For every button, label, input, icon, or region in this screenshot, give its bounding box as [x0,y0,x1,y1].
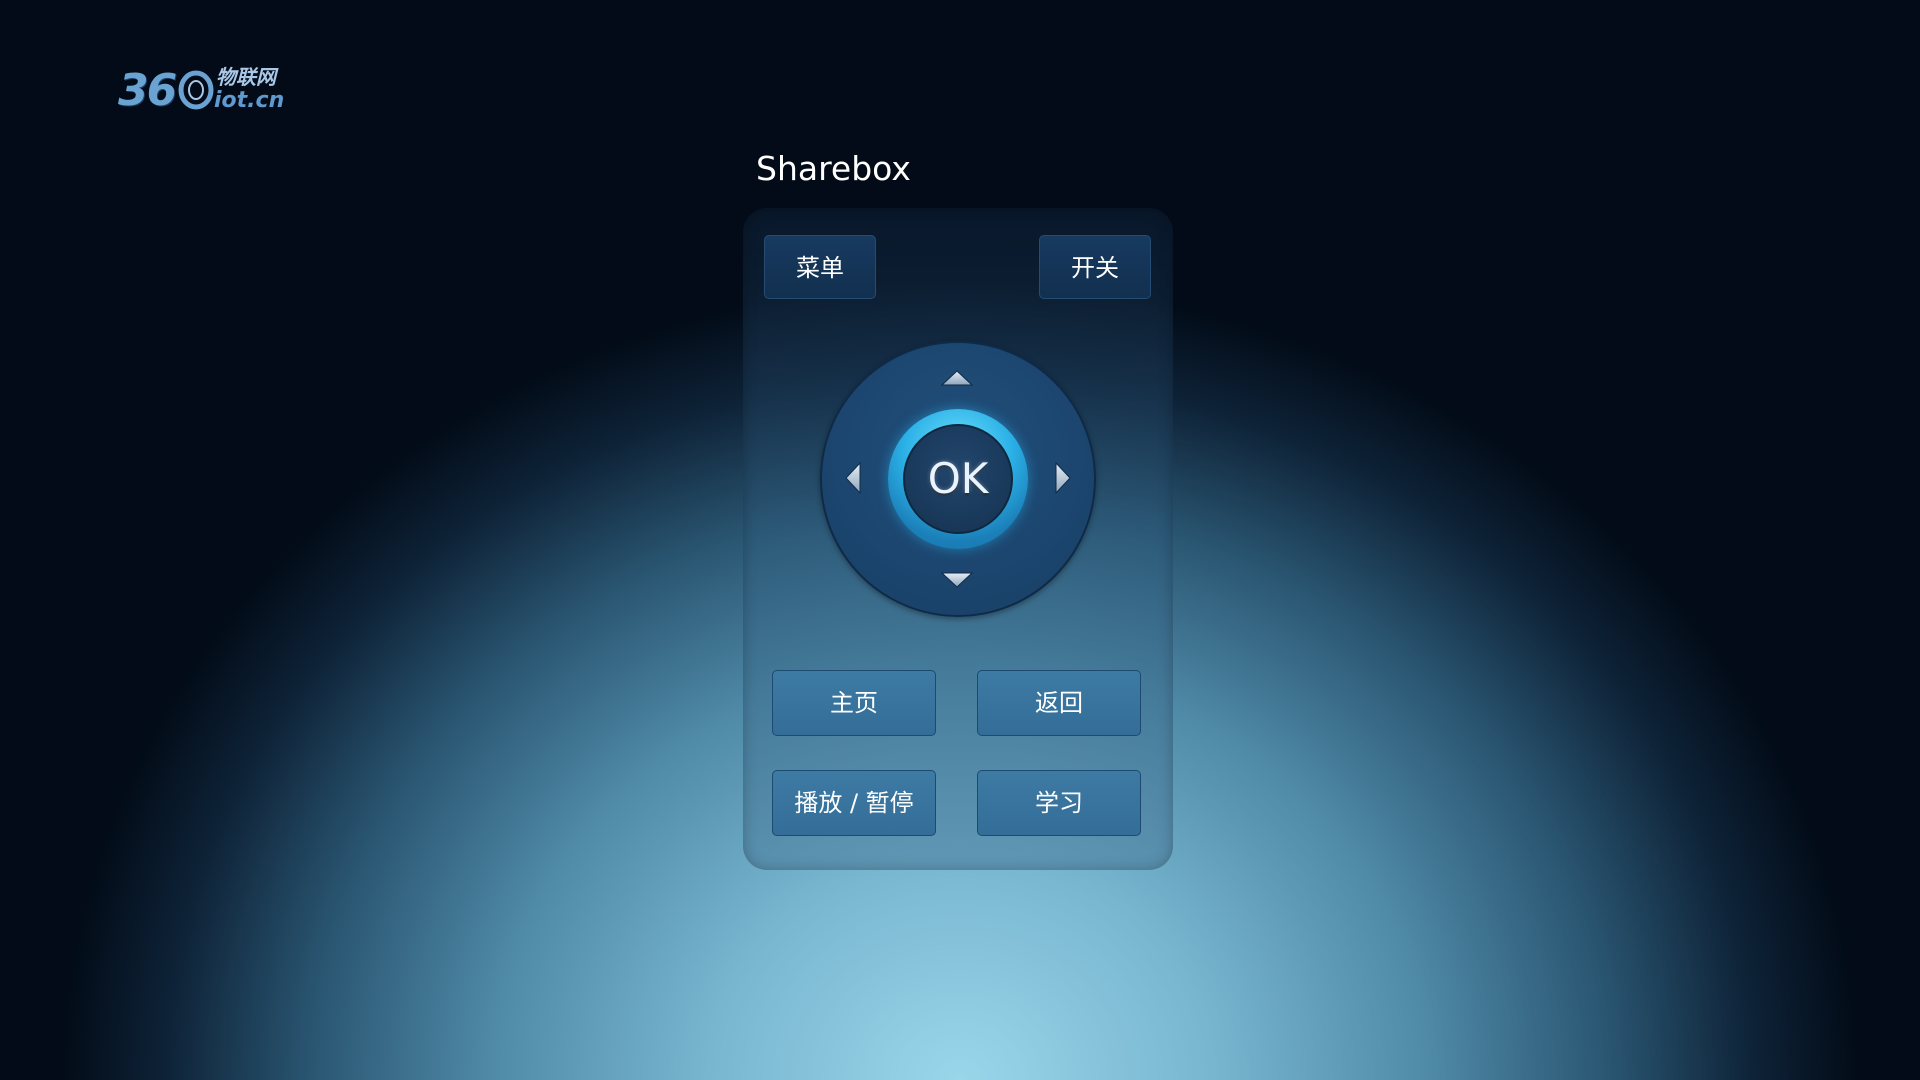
logo-domain: iot.cn [214,88,285,113]
play-pause-button[interactable]: 播放 / 暂停 [772,770,936,836]
logo-number: 36 [118,65,177,116]
logo-ring-icon [178,70,214,110]
arrow-down-icon[interactable] [937,560,977,600]
arrow-right-icon[interactable] [1043,458,1083,498]
logo: 36 物联网 iot.cn [118,64,288,120]
device-title: Sharebox [756,149,911,188]
ok-button[interactable]: OK [903,424,1013,534]
learn-button[interactable]: 学习 [977,770,1141,836]
back-button[interactable]: 返回 [977,670,1141,736]
power-button[interactable]: 开关 [1039,235,1151,299]
logo-chinese-name: 物联网 [216,65,276,89]
arrow-up-icon[interactable] [937,358,977,398]
arrow-left-icon[interactable] [833,458,873,498]
home-button[interactable]: 主页 [772,670,936,736]
menu-button[interactable]: 菜单 [764,235,876,299]
